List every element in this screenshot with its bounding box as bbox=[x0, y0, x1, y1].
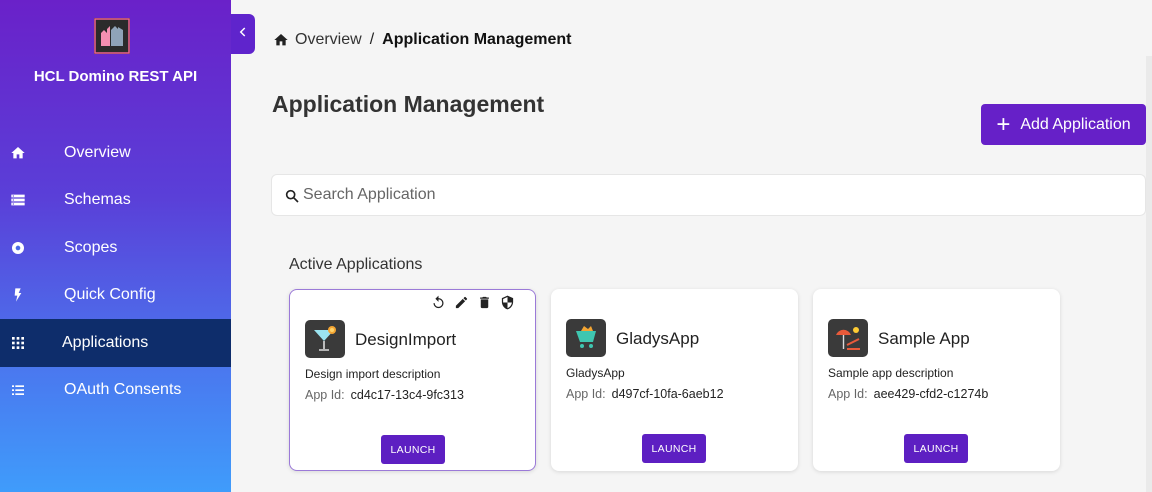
edit-icon[interactable] bbox=[454, 295, 469, 310]
home-icon[interactable] bbox=[273, 32, 289, 48]
add-application-button[interactable]: + Add Application bbox=[981, 104, 1146, 145]
plus-icon: + bbox=[996, 110, 1011, 138]
cocktail-icon bbox=[305, 320, 345, 358]
sidebar-item-overview[interactable]: Overview bbox=[0, 129, 231, 177]
lightning-icon bbox=[10, 287, 26, 303]
collapse-sidebar-button[interactable] bbox=[231, 14, 255, 54]
schemas-icon bbox=[10, 192, 26, 208]
chevron-left-icon bbox=[237, 25, 249, 43]
app-card[interactable]: Sample App Sample app description App Id… bbox=[813, 289, 1060, 471]
app-logo-icon bbox=[94, 18, 130, 54]
breadcrumb-current: Application Management bbox=[382, 31, 572, 48]
sidebar-item-schemas[interactable]: Schemas bbox=[0, 177, 231, 225]
launch-button[interactable]: LAUNCH bbox=[642, 434, 706, 463]
app-id-label: App Id: bbox=[828, 387, 868, 401]
app-name: GladysApp bbox=[616, 329, 700, 348]
section-title: Active Applications bbox=[289, 256, 423, 273]
grid-icon bbox=[10, 335, 26, 351]
app-card[interactable]: GladysApp GladysApp App Id: d497cf-10fa-6… bbox=[551, 289, 798, 471]
app-id: App Id: cd4c17-13c4-9fc313 bbox=[305, 388, 464, 402]
search-bar bbox=[271, 174, 1146, 216]
search-icon bbox=[284, 188, 300, 204]
app-id: App Id: d497cf-10fa-6aeb12 bbox=[566, 387, 724, 401]
home-icon bbox=[10, 145, 26, 161]
breadcrumb-separator: / bbox=[369, 31, 375, 48]
card-actions bbox=[431, 295, 515, 310]
app-card[interactable]: DesignImport Design import description A… bbox=[289, 289, 536, 471]
refresh-icon[interactable] bbox=[431, 295, 446, 310]
cart-icon bbox=[566, 319, 606, 357]
sidebar-item-label: OAuth Consents bbox=[64, 381, 182, 399]
sidebar-item-oauth-consents[interactable]: OAuth Consents bbox=[0, 367, 231, 415]
add-application-label: Add Application bbox=[1020, 115, 1131, 133]
search-input[interactable] bbox=[303, 183, 1123, 207]
sidebar-item-quick-config[interactable]: Quick Config bbox=[0, 272, 231, 320]
sidebar-item-label: Scopes bbox=[64, 238, 118, 256]
app-id-label: App Id: bbox=[305, 388, 345, 402]
app-description: Design import description bbox=[305, 367, 441, 381]
launch-button[interactable]: LAUNCH bbox=[904, 434, 968, 463]
app-title: HCL Domino REST API bbox=[33, 68, 198, 85]
sidebar: HCL Domino REST API Overview Schemas Sco… bbox=[0, 0, 231, 492]
app-id-label: App Id: bbox=[566, 387, 606, 401]
shield-icon[interactable] bbox=[500, 295, 515, 310]
delete-icon[interactable] bbox=[477, 295, 492, 310]
app-name: DesignImport bbox=[355, 330, 457, 349]
sidebar-nav: Overview Schemas Scopes Quick Config App… bbox=[0, 129, 231, 414]
sidebar-item-label: Quick Config bbox=[64, 286, 156, 304]
sidebar-item-label: Applications bbox=[62, 333, 149, 351]
app-id-value: cd4c17-13c4-9fc313 bbox=[350, 388, 464, 402]
page-title: Application Management bbox=[272, 91, 545, 117]
breadcrumb-overview-link[interactable]: Overview bbox=[295, 31, 362, 49]
app-id-value: aee429-cfd2-c1274b bbox=[873, 387, 989, 401]
app-description: Sample app description bbox=[828, 366, 954, 380]
scrollbar-track[interactable] bbox=[1146, 56, 1152, 492]
list-icon bbox=[10, 382, 26, 398]
sidebar-item-scopes[interactable]: Scopes bbox=[0, 224, 231, 272]
sidebar-item-applications[interactable]: Applications bbox=[0, 319, 231, 367]
beach-icon bbox=[828, 319, 868, 357]
sidebar-item-label: Overview bbox=[64, 143, 131, 161]
scopes-icon bbox=[10, 240, 26, 256]
launch-button[interactable]: LAUNCH bbox=[381, 435, 445, 464]
app-id-value: d497cf-10fa-6aeb12 bbox=[611, 387, 724, 401]
app-name: Sample App bbox=[878, 329, 970, 348]
sidebar-item-label: Schemas bbox=[64, 191, 131, 209]
breadcrumb: Overview / Application Management bbox=[273, 31, 572, 49]
app-id: App Id: aee429-cfd2-c1274b bbox=[828, 387, 988, 401]
app-description: GladysApp bbox=[566, 366, 625, 380]
